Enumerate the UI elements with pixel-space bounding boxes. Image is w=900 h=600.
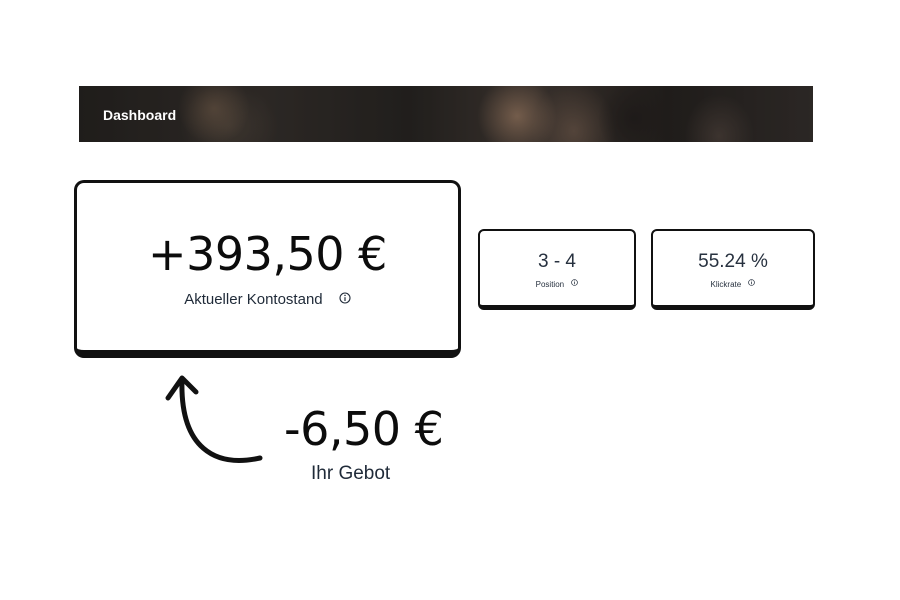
- curved-arrow-icon: [165, 375, 263, 463]
- page-title: Dashboard: [103, 107, 177, 123]
- info-icon[interactable]: [339, 291, 351, 308]
- info-icon[interactable]: [748, 279, 756, 288]
- click-rate-label: Klickrate: [710, 280, 742, 289]
- click-rate-value: 55.24 %: [698, 251, 768, 272]
- position-label: Position: [535, 280, 565, 289]
- account-balance-label: Aktueller Kontostand: [184, 291, 323, 308]
- dashboard-banner: Dashboard: [79, 86, 813, 142]
- position-value: 3 - 4: [537, 251, 577, 272]
- info-icon[interactable]: [571, 279, 579, 288]
- bid-label: Ihr Gebot: [311, 463, 391, 484]
- account-balance-value: +393,50 €: [148, 227, 387, 281]
- position-card: 3 - 4 Position: [478, 229, 636, 310]
- position-label-row: Position: [480, 279, 634, 289]
- click-rate-card: 55.24 % Klickrate: [651, 229, 815, 310]
- click-rate-label-row: Klickrate: [653, 279, 813, 289]
- account-balance-label-row: Aktueller Kontostand: [77, 291, 458, 309]
- account-balance-card: +393,50 € Aktueller Kontostand: [74, 180, 461, 358]
- bid-value: -6,50 €: [284, 402, 444, 456]
